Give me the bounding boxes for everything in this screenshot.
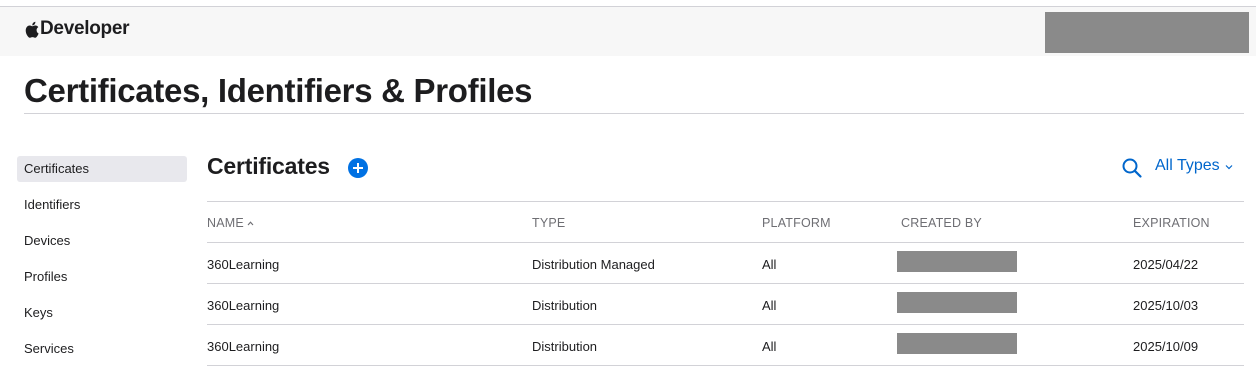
sidebar-item-devices[interactable]: Devices — [17, 228, 187, 254]
cell-type: Distribution Managed — [532, 257, 655, 272]
cell-expiration: 2025/10/09 — [1133, 339, 1199, 354]
chevron-down-icon — [1225, 165, 1233, 170]
developer-home-link[interactable]: Developer — [25, 18, 129, 40]
apple-logo-icon — [25, 21, 39, 38]
cell-name: 360Learning — [207, 298, 280, 313]
type-filter-dropdown[interactable]: All Types — [1155, 157, 1233, 175]
column-header-name-label: NAME — [207, 216, 244, 230]
column-header-name[interactable]: NAME — [207, 216, 254, 230]
column-header-created-by[interactable]: CREATED BY — [901, 216, 982, 230]
search-button[interactable] — [1121, 157, 1143, 179]
sort-ascending-icon — [247, 221, 254, 226]
page-title: Certificates, Identifiers & Profiles — [24, 72, 533, 109]
table-header: NAME TYPE PLATFORM CREATED BY EXPIRATION — [207, 202, 1244, 243]
sidebar-item-certificates[interactable]: Certificates — [17, 156, 187, 182]
cell-name: 360Learning — [207, 339, 280, 354]
sidebar: Certificates Identifiers Devices Profile… — [17, 156, 187, 366]
cell-expiration: 2025/04/22 — [1133, 257, 1199, 272]
title-divider — [24, 113, 1244, 114]
table-row[interactable]: 360Learning Distribution All 2025/10/03 — [207, 283, 1244, 324]
add-certificate-button[interactable] — [348, 158, 368, 178]
sidebar-item-identifiers[interactable]: Identifiers — [17, 192, 187, 218]
type-filter-label: All Types — [1155, 157, 1220, 174]
sidebar-item-services[interactable]: Services — [17, 336, 187, 362]
global-nav: Developer — [0, 7, 1256, 56]
sidebar-item-keys[interactable]: Keys — [17, 300, 187, 326]
cell-platform: All — [762, 339, 777, 354]
brand-label: Developer — [40, 18, 130, 39]
column-header-type[interactable]: TYPE — [532, 216, 565, 230]
cell-expiration: 2025/10/03 — [1133, 298, 1199, 313]
cell-name: 360Learning — [207, 257, 280, 272]
section-title: Certificates — [207, 153, 330, 179]
cell-created-by-redacted — [897, 251, 1017, 272]
table-row[interactable]: 360Learning Distribution Managed All 202… — [207, 242, 1244, 283]
cell-type: Distribution — [532, 298, 598, 313]
cell-created-by-redacted — [897, 292, 1017, 313]
search-icon — [1122, 158, 1142, 178]
cell-platform: All — [762, 298, 777, 313]
column-header-expiration[interactable]: EXPIRATION — [1133, 216, 1210, 230]
table-row[interactable]: 360Learning Distribution All 2025/10/09 — [207, 324, 1244, 365]
column-header-platform[interactable]: PLATFORM — [762, 216, 831, 230]
cell-created-by-redacted — [897, 333, 1017, 354]
account-menu-redacted[interactable] — [1045, 12, 1249, 53]
cell-platform: All — [762, 257, 777, 272]
sidebar-item-profiles[interactable]: Profiles — [17, 264, 187, 290]
cell-type: Distribution — [532, 339, 598, 354]
